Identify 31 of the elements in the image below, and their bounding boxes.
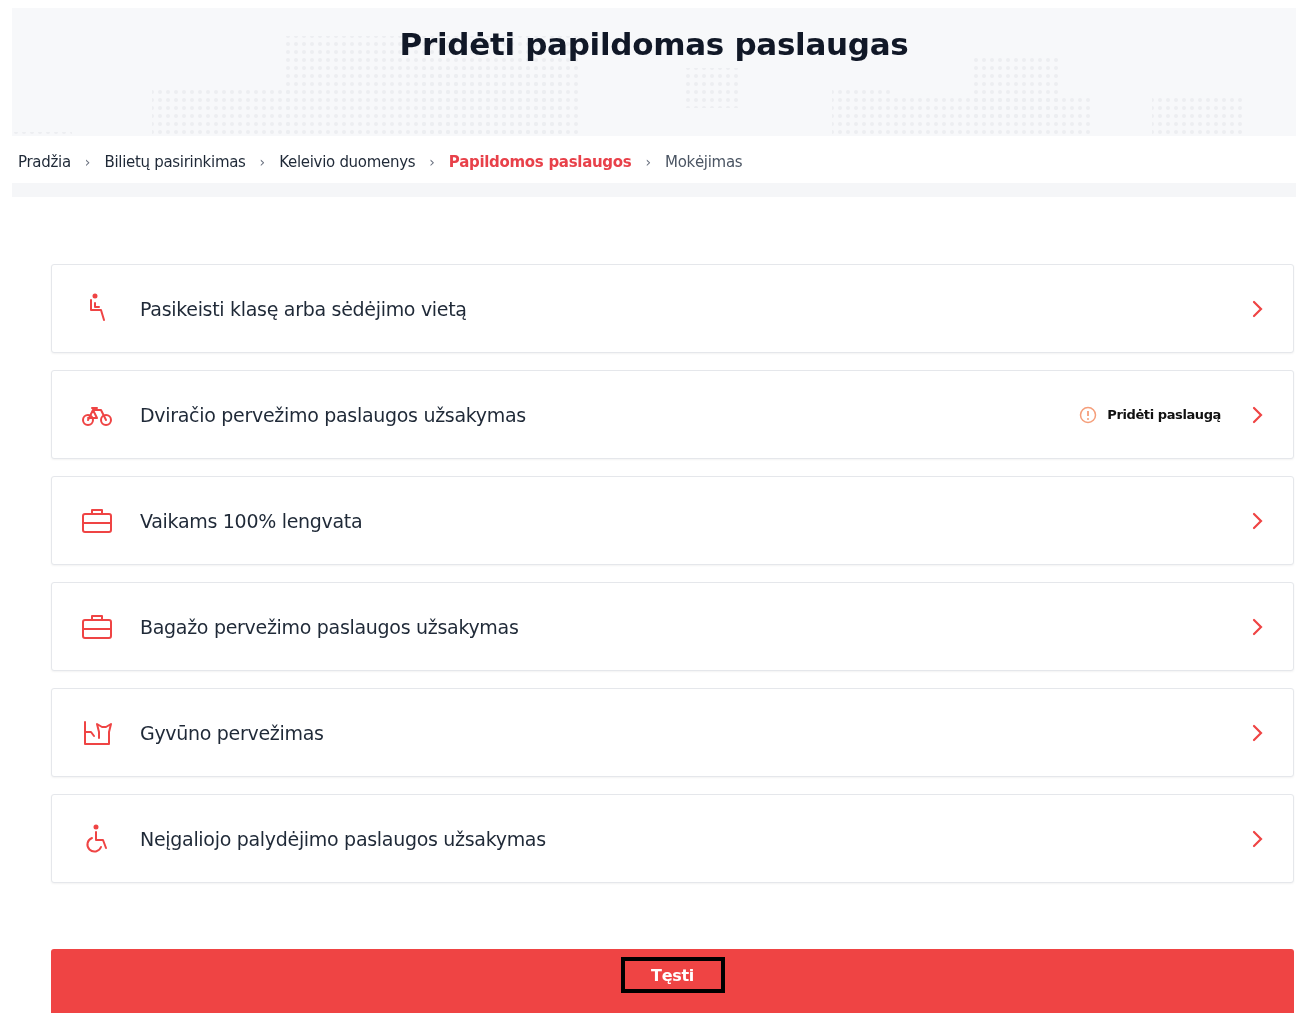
- service-card[interactable]: Dviračio pervežimo paslaugos užsakymas Pridėti paslaugą: [51, 370, 1294, 460]
- breadcrumb-link[interactable]: Papildomos paslaugos: [448, 152, 632, 171]
- chevron-right-icon: [1251, 616, 1265, 637]
- breadcrumb-separator: ›: [259, 153, 266, 170]
- service-label: Gyvūno pervežimas: [140, 721, 325, 744]
- breadcrumb-link[interactable]: Mokėjimas: [665, 152, 743, 171]
- chevron-right-icon: [1251, 722, 1265, 743]
- chevron-right-icon: [1251, 404, 1265, 425]
- page-title: Pridėti papildomas paslaugas: [399, 26, 909, 64]
- service-card[interactable]: Neįgaliojo palydėjimo paslaugos užsakymas: [51, 794, 1294, 884]
- service-label: Bagažo pervežimo paslaugos užsakymas: [140, 615, 520, 638]
- breadcrumb-separator: ›: [84, 153, 91, 170]
- service-label: Vaikams 100% lengvata: [140, 509, 364, 532]
- alert-icon: [1079, 405, 1098, 424]
- service-card[interactable]: Pasikeisti klasę arba sėdėjimo vietą: [51, 264, 1294, 354]
- breadcrumb-link[interactable]: Pradžia: [18, 152, 71, 171]
- add-service-text: Pridėti paslaugą: [1107, 407, 1221, 423]
- service-label: Pasikeisti klasę arba sėdėjimo vietą: [140, 297, 468, 320]
- chevron-right-icon: [1251, 298, 1265, 319]
- continue-button[interactable]: Tęsti: [620, 957, 725, 994]
- service-card[interactable]: Gyvūno pervežimas: [51, 688, 1294, 778]
- service-card[interactable]: Bagažo pervežimo paslaugos užsakymas: [51, 582, 1294, 672]
- service-card[interactable]: Vaikams 100% lengvata: [51, 476, 1294, 566]
- service-label: Dviračio pervežimo paslaugos užsakymas: [140, 403, 527, 426]
- breadcrumb-link[interactable]: Bilietų pasirinkimas: [104, 152, 246, 171]
- chevron-right-icon: [1251, 510, 1265, 531]
- breadcrumb-link[interactable]: Keleivio duomenys: [279, 152, 416, 171]
- breadcrumb-separator: ›: [429, 153, 435, 170]
- service-label: Neįgaliojo palydėjimo paslaugos užsakymas: [140, 827, 547, 850]
- chevron-right-icon: [1251, 828, 1265, 849]
- breadcrumb-separator: ›: [645, 153, 652, 170]
